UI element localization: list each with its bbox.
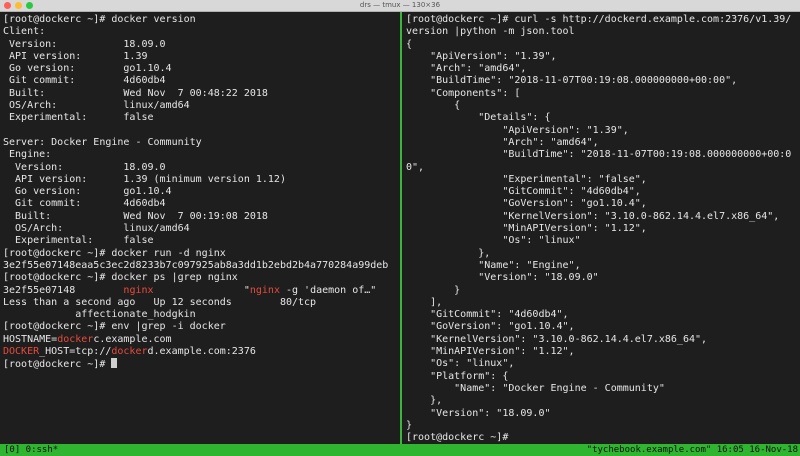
terminal-line: "Arch": "amd64",: [406, 136, 599, 148]
terminal-line: "Os": "linux": [406, 235, 581, 247]
text-segment: -g 'daemon of…": [279, 284, 377, 296]
terminal-pane-right[interactable]: [root@dockerc ~]# curl -s http://dockerd…: [403, 12, 800, 444]
terminal-cursor: [111, 358, 118, 369]
terminal-line: },: [406, 395, 443, 407]
text-segment: ": [153, 284, 250, 296]
text-segment: d.example.com:2376: [147, 346, 256, 358]
tmux-status-right: "tychebook.example.com" 16:05 16-Nov-18: [586, 445, 798, 455]
terminal-line: "Arch": "amd64",: [406, 63, 527, 75]
terminal-output-right: [root@dockerc ~]# curl -s http://dockerd…: [403, 12, 800, 444]
window-titlebar[interactable]: drs — tmux — 130×36: [0, 0, 800, 12]
terminal-line: "BuildTime": "2018-11-07T00:19:08.000000…: [406, 75, 738, 87]
terminal-line: },: [406, 247, 491, 259]
terminal-line: "Name": "Engine",: [406, 259, 581, 271]
prompt-text: [root@dockerc ~]#: [3, 359, 112, 371]
tmux-status-bar: [0] 0:ssh* "tychebook.example.com" 16:05…: [0, 444, 800, 456]
terminal-line: "ApiVersion": "1.39",: [406, 124, 629, 136]
terminal-line: Git commit: 4d60db4: [3, 75, 166, 87]
terminal-line: "KernelVersion": "3.10.0-862.14.4.el7.x8…: [406, 210, 780, 222]
terminal-line: ],: [406, 296, 443, 308]
terminal-line: "Experimental": "false",: [406, 173, 647, 185]
terminal-line: version |python -m json.tool: [406, 26, 575, 38]
terminal-line: Engine:: [3, 149, 52, 161]
terminal-line: Built: Wed Nov 7 00:48:22 2018: [3, 87, 268, 99]
terminal-pane-left[interactable]: [root@dockerc ~]# docker version Client:…: [0, 12, 399, 444]
terminal-line: OS/Arch: linux/amd64: [3, 100, 190, 112]
terminal-line: API version: 1.39 (minimum version 1.12): [3, 173, 286, 185]
terminal-line: "GoVersion": "go1.10.4",: [406, 321, 575, 333]
text-segment: c.example.com: [93, 333, 172, 345]
terminal-line: 0",: [406, 161, 425, 173]
terminal-line: "Components": [: [406, 87, 521, 99]
terminal-line: "Version": "18.09.0": [406, 272, 599, 284]
terminal-line: {: [406, 100, 461, 112]
terminal-line: }: [406, 419, 413, 431]
prompt-text: [root@dockerc ~]#: [406, 432, 515, 444]
terminal-line: "Os": "linux",: [406, 358, 515, 370]
terminal-line: Server: Docker Engine - Community: [3, 136, 202, 148]
terminal-line: "ApiVersion": "1.39",: [406, 50, 557, 62]
terminal-line: [root@dockerc ~]# docker ps |grep nginx: [3, 272, 238, 284]
terminal-line: "GitCommit": "4d60db4",: [406, 309, 569, 321]
terminal-prompt-line[interactable]: [root@dockerc ~]#: [406, 432, 797, 444]
terminal-prompt-line[interactable]: [root@dockerc ~]#: [3, 358, 396, 370]
text-segment: _HOST=tcp://: [39, 346, 112, 358]
active-pane-border: [400, 12, 402, 444]
terminal-line: "Platform": {: [406, 370, 509, 382]
text-segment: HOSTNAME=: [3, 333, 58, 345]
terminal-output-left: [root@dockerc ~]# docker version Client:…: [0, 12, 399, 373]
grep-match: nginx: [123, 284, 154, 296]
terminal-line: [root@dockerc ~]# docker run -d nginx: [3, 247, 226, 259]
pane-divider[interactable]: [400, 12, 402, 444]
terminal-line: [root@dockerc ~]# env |grep -i docker: [3, 321, 226, 333]
terminal-line: Client:: [3, 26, 46, 38]
terminal-line: Go version: go1.10.4: [3, 63, 172, 75]
terminal-line: [root@dockerc ~]# docker version: [3, 14, 196, 25]
terminal-line: API version: 1.39: [3, 50, 148, 62]
terminal-line: DOCKER_HOST=tcp://dockerd.example.com:23…: [3, 346, 396, 358]
grep-match: DOCKER: [3, 346, 40, 358]
tmux-window-list[interactable]: [0] 0:ssh*: [4, 444, 58, 456]
terminal-line: Version: 18.09.0: [3, 38, 166, 50]
terminal-line: {: [406, 38, 413, 50]
terminal-line: Less than a second ago Up 12 seconds 80/…: [3, 296, 317, 308]
grep-match: docker: [111, 346, 148, 358]
text-segment: 3e2f55e07148: [3, 284, 124, 296]
terminal-line: OS/Arch: linux/amd64: [3, 223, 190, 235]
terminal-line: HOSTNAME=dockerc.example.com: [3, 334, 396, 346]
terminal-line: }: [406, 284, 461, 296]
terminal-line: Git commit: 4d60db4: [3, 198, 166, 210]
terminal-line: 3e2f55e07148 nginx "nginx -g 'daemon of……: [3, 285, 396, 297]
terminal-line: "GoVersion": "go1.10.4",: [406, 198, 647, 210]
terminal-line: affectionate_hodgkin: [3, 309, 196, 321]
terminal-line: "Name": "Docker Engine - Community": [406, 382, 665, 394]
terminal-line: "Details": {: [406, 112, 551, 124]
terminal-line: Experimental: false: [3, 235, 154, 247]
terminal-line: Version: 18.09.0: [3, 161, 166, 173]
terminal-line: 3e2f55e07148eaa5c3ec2d8233b7c097925ab8a3…: [3, 259, 389, 271]
terminal-line: [root@dockerc ~]# curl -s http://dockerd…: [406, 14, 792, 25]
terminal-line: Experimental: false: [3, 112, 154, 124]
grep-match: docker: [57, 333, 94, 345]
terminal-line: "Version": "18.09.0": [406, 407, 551, 419]
terminal-line: Built: Wed Nov 7 00:19:08 2018: [3, 210, 268, 222]
window-title: drs — tmux — 130×36: [359, 1, 441, 9]
terminal-line: "MinAPIVersion": "1.12",: [406, 223, 647, 235]
terminal-line: "GitCommit": "4d60db4",: [406, 186, 641, 198]
terminal-line: "BuildTime": "2018-11-07T00:19:08.000000…: [406, 149, 792, 161]
terminal-line: "MinAPIVersion": "1.12",: [406, 346, 575, 358]
grep-match: nginx: [249, 284, 280, 296]
terminal-line: "KernelVersion": "3.10.0-862.14.4.el7.x8…: [406, 333, 708, 345]
terminal-line: Go version: go1.10.4: [3, 186, 172, 198]
